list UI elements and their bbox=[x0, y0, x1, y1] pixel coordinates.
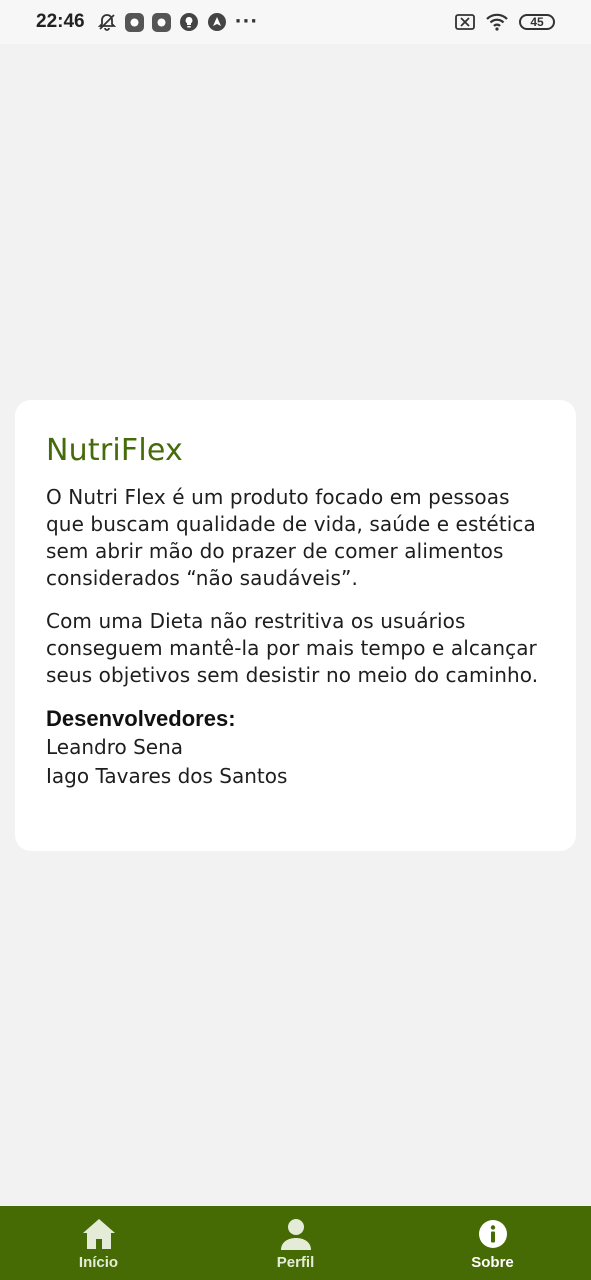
nav-label: Perfil bbox=[276, 1253, 315, 1271]
nav-item-inicio[interactable]: Início bbox=[24, 1206, 174, 1280]
app-notification-icon bbox=[151, 12, 171, 32]
nav-label: Sobre bbox=[471, 1253, 514, 1271]
developer-name: Iago Tavares dos Santos bbox=[46, 764, 288, 788]
app-title: NutriFlex bbox=[46, 433, 183, 468]
developer-name: Leandro Sena bbox=[46, 735, 184, 759]
description-paragraph: Com uma Dieta não restritiva os usuários… bbox=[46, 609, 539, 687]
bottom-navigation: Início Perfil Sobre bbox=[0, 1206, 591, 1280]
sim-disabled-icon bbox=[455, 12, 475, 32]
nav-label: Início bbox=[78, 1253, 119, 1271]
developers-heading: Desenvolvedores: bbox=[46, 706, 236, 731]
battery-icon: 45 bbox=[519, 14, 555, 30]
about-card: NutriFlex O Nutri Flex é um produto foca… bbox=[15, 400, 576, 851]
muted-bell-icon bbox=[97, 12, 117, 32]
info-icon bbox=[475, 1216, 511, 1252]
description-paragraph: O Nutri Flex é um produto focado em pess… bbox=[46, 485, 536, 590]
nav-item-perfil[interactable]: Perfil bbox=[221, 1206, 371, 1280]
home-icon bbox=[81, 1216, 117, 1252]
status-bar: 22:46 ··· 45 bbox=[0, 0, 591, 44]
navigation-icon bbox=[207, 12, 227, 32]
status-time: 22:46 bbox=[36, 11, 85, 32]
nav-item-sobre[interactable]: Sobre bbox=[418, 1206, 568, 1280]
wifi-icon bbox=[485, 12, 509, 32]
lightbulb-icon bbox=[179, 12, 199, 32]
more-dots-icon: ··· bbox=[234, 11, 259, 32]
user-icon bbox=[278, 1216, 314, 1252]
about-screen: 22:46 ··· 45 NutriFlex O Nutri Flex é um… bbox=[0, 0, 591, 1280]
status-left: 22:46 ··· bbox=[36, 11, 258, 33]
app-notification-icon bbox=[124, 12, 144, 32]
status-right: 45 bbox=[455, 12, 555, 32]
